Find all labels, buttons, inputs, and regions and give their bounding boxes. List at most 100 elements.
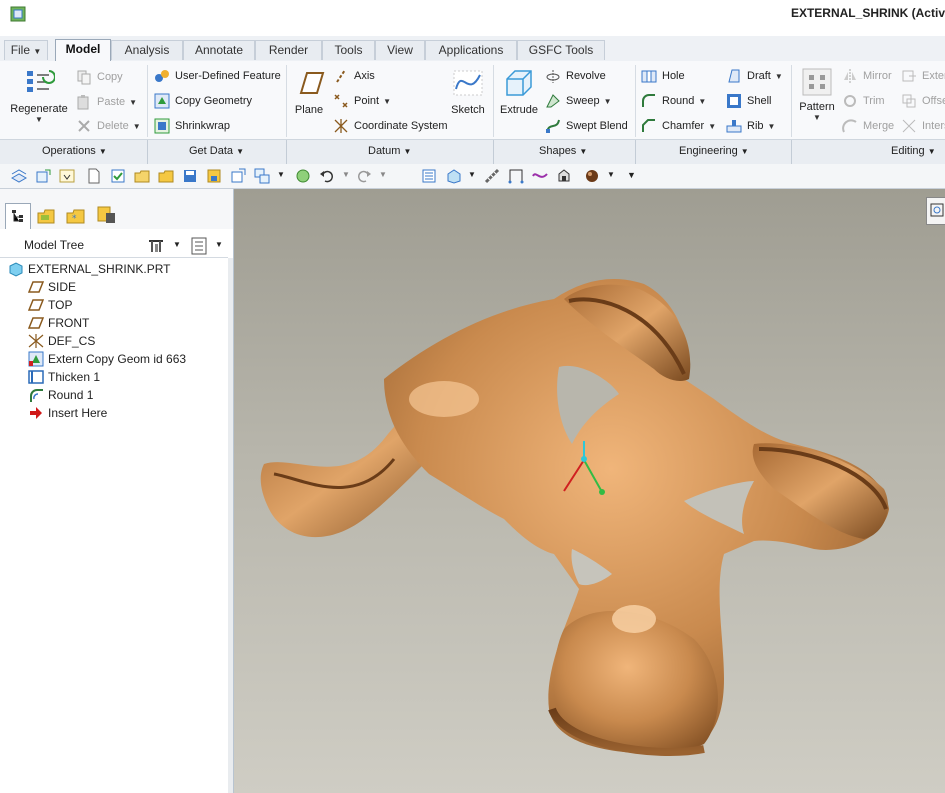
app-icon[interactable] (10, 6, 26, 22)
tab-view[interactable]: View (375, 40, 425, 60)
coordinate-system-icon (334, 119, 348, 133)
plane-button[interactable]: Plane (292, 69, 326, 116)
pattern-button[interactable]: Pattern ▼ (797, 67, 837, 122)
tab-gsfc-tools[interactable]: GSFC Tools (517, 40, 605, 60)
model-tree-scrollbar[interactable] (228, 258, 233, 793)
tree-item-thicken[interactable]: Thicken 1 (28, 369, 100, 385)
tree-settings-dropdown-icon[interactable]: ▼ (173, 240, 181, 249)
mirror-button[interactable]: Mirror (842, 68, 892, 84)
open-folder-icon[interactable] (134, 168, 150, 184)
tree-item-extern-copy-geom[interactable]: Extern Copy Geom id 663 (28, 351, 186, 367)
intersect-icon (902, 119, 916, 133)
datum-group-label[interactable]: Datum ▼ (368, 145, 411, 157)
tree-item-round[interactable]: Round 1 (28, 387, 93, 403)
regen-manager-icon[interactable] (421, 168, 437, 184)
layer-tree-tab-icon[interactable] (96, 205, 118, 225)
appearance-icon[interactable] (556, 168, 572, 184)
engineering-group-label[interactable]: Engineering ▼ (679, 145, 749, 157)
shapes-group-label[interactable]: Shapes ▼ (539, 145, 587, 157)
merge-button[interactable]: Merge (842, 118, 894, 134)
tab-file[interactable]: File ▼ (4, 40, 48, 60)
measure-icon[interactable] (484, 168, 500, 184)
trim-icon (844, 95, 856, 107)
render-dropdown-icon[interactable]: ▼ (607, 170, 615, 179)
save-copy-icon[interactable] (206, 168, 222, 184)
graphics-viewport[interactable] (234, 189, 945, 793)
new-file-icon[interactable] (86, 168, 102, 184)
sweep-button[interactable]: Sweep ▼ (545, 93, 612, 109)
undo-icon[interactable] (319, 168, 335, 184)
folder-icon[interactable] (158, 168, 174, 184)
coordinate-system-button[interactable]: Coordinate System (333, 118, 448, 134)
delete-button[interactable]: Delete ▼ (76, 118, 141, 134)
save-icon[interactable] (182, 168, 198, 184)
viewport-corner-button[interactable] (926, 197, 945, 225)
layers-icon[interactable] (11, 168, 27, 184)
editing-group-label[interactable]: Editing ▼ (891, 145, 936, 157)
copy-geometry-button[interactable]: Copy Geometry (154, 93, 252, 109)
tree-item-top[interactable]: TOP (28, 297, 72, 313)
favorites-tab-icon[interactable]: * (66, 207, 86, 225)
tree-settings-icon[interactable] (147, 237, 165, 255)
get-data-group-label[interactable]: Get Data ▼ (189, 145, 244, 157)
tab-applications[interactable]: Applications (425, 40, 517, 60)
model-display-icon[interactable] (35, 168, 51, 184)
tab-render[interactable]: Render (255, 40, 322, 60)
show-columns-icon[interactable] (191, 237, 207, 255)
rib-icon (726, 120, 742, 133)
windows-icon[interactable] (254, 168, 270, 184)
merge-icon (842, 119, 857, 133)
redo-dropdown-icon[interactable]: ▼ (379, 170, 387, 179)
swept-blend-button[interactable]: Swept Blend (545, 118, 628, 134)
redo-icon[interactable] (356, 168, 372, 184)
operations-group-label[interactable]: Operations ▼ (42, 145, 107, 157)
toolbar-overflow-icon[interactable]: ▼ (627, 170, 636, 180)
tab-annotate[interactable]: Annotate (183, 40, 255, 60)
windows-dropdown-icon[interactable]: ▼ (277, 170, 285, 179)
extrude-button[interactable]: Extrude (498, 67, 540, 116)
folder-browser-tab-icon[interactable] (37, 207, 57, 225)
refit-icon (930, 203, 944, 217)
paste-button[interactable]: Paste ▼ (76, 94, 137, 110)
chamfer-button[interactable]: Chamfer ▼ (641, 118, 716, 134)
sketch-button[interactable]: Sketch (449, 69, 487, 116)
extend-button[interactable]: Exten (901, 68, 945, 84)
model-tree-tab[interactable] (5, 203, 31, 229)
tree-item-def-cs[interactable]: DEF_CS (28, 333, 95, 349)
rib-button[interactable]: Rib ▼ (726, 118, 775, 134)
revolve-icon (546, 70, 560, 83)
user-defined-feature-button[interactable]: User-Defined Feature (154, 68, 281, 84)
mirror-icon (844, 69, 856, 83)
shrinkwrap-button[interactable]: Shrinkwrap (154, 118, 230, 134)
intersect-button[interactable]: Inters (901, 118, 945, 134)
offset-button[interactable]: Offse (901, 93, 945, 109)
window-icon[interactable] (230, 168, 246, 184)
tab-model[interactable]: Model (55, 39, 111, 61)
view-orientation-dropdown-icon[interactable]: ▼ (468, 170, 476, 179)
axis-button[interactable]: Axis (333, 68, 375, 84)
open-file-icon[interactable] (110, 168, 126, 184)
regenerate-indicator-icon[interactable] (295, 168, 311, 184)
tree-item-part[interactable]: EXTERNAL_SHRINK.PRT (8, 261, 170, 277)
tab-analysis[interactable]: Analysis (111, 40, 183, 60)
tree-item-side[interactable]: SIDE (28, 279, 76, 295)
tree-item-front[interactable]: FRONT (28, 315, 89, 331)
show-columns-dropdown-icon[interactable]: ▼ (215, 240, 223, 249)
view-orientation-icon[interactable] (446, 168, 462, 184)
trim-button[interactable]: Trim (842, 93, 885, 109)
tab-tools[interactable]: Tools (322, 40, 375, 60)
regenerate-button[interactable]: Regenerate ▼ (8, 67, 70, 124)
tree-item-insert-here[interactable]: Insert Here (28, 405, 107, 421)
hole-button[interactable]: Hole (641, 68, 685, 84)
round-button[interactable]: Round ▼ (641, 93, 706, 109)
render-sphere-icon[interactable] (584, 168, 600, 184)
point-button[interactable]: Point ▼ (333, 93, 391, 109)
filter-icon[interactable] (59, 168, 75, 184)
shell-button[interactable]: Shell (726, 93, 771, 109)
curve-display-icon[interactable] (532, 168, 548, 184)
revolve-button[interactable]: Revolve (545, 68, 606, 84)
undo-dropdown-icon[interactable]: ▼ (342, 170, 350, 179)
draft-button[interactable]: Draft ▼ (726, 68, 783, 84)
copy-button[interactable]: Copy (76, 69, 123, 85)
datum-display-icon[interactable] (508, 168, 524, 184)
